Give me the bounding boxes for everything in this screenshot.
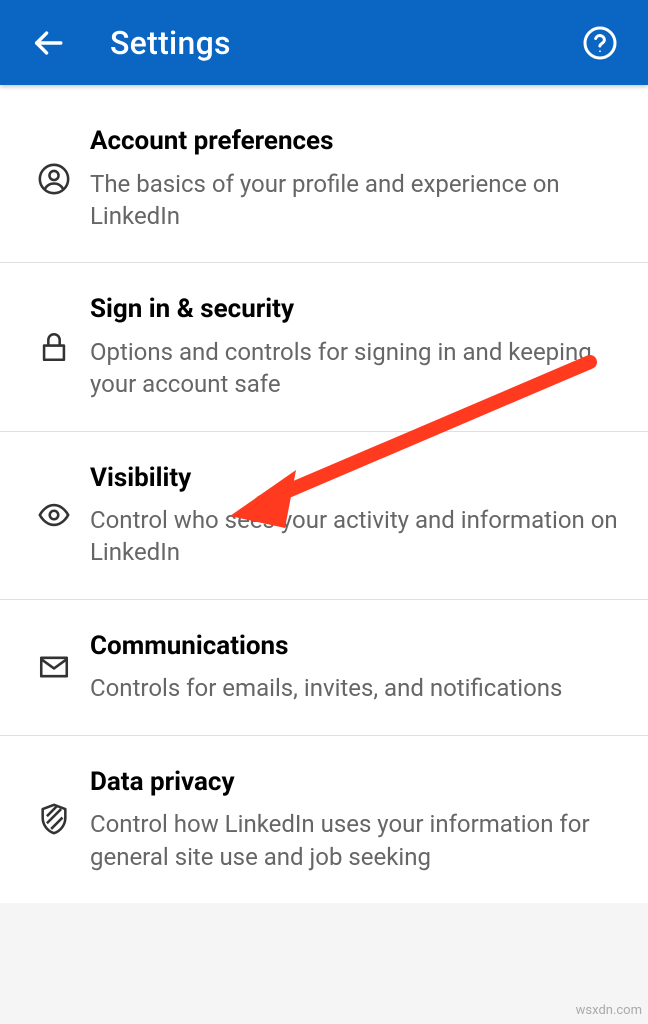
row-icon-slot (18, 766, 90, 873)
help-icon (582, 25, 618, 61)
page-title: Settings (110, 24, 231, 62)
person-circle-icon (37, 162, 71, 196)
row-icon-slot (18, 462, 90, 569)
settings-row-visibility[interactable]: Visibility Control who sees your activit… (0, 432, 648, 600)
row-title: Sign in & security (90, 293, 618, 326)
settings-row-data-privacy[interactable]: Data privacy Control how LinkedIn uses y… (0, 736, 648, 903)
settings-row-sign-in-security[interactable]: Sign in & security Options and controls … (0, 263, 648, 431)
back-button[interactable] (24, 19, 72, 67)
settings-row-communications[interactable]: Communications Controls for emails, invi… (0, 600, 648, 736)
row-text: Communications Controls for emails, invi… (90, 630, 628, 705)
eye-icon (37, 498, 71, 532)
row-desc: Control who sees your activity and infor… (90, 504, 618, 569)
settings-row-account-preferences[interactable]: Account preferences The basics of your p… (0, 85, 648, 263)
settings-list: Account preferences The basics of your p… (0, 85, 648, 903)
row-title: Account preferences (90, 125, 618, 158)
row-text: Visibility Control who sees your activit… (90, 462, 628, 569)
row-text: Data privacy Control how LinkedIn uses y… (90, 766, 628, 873)
row-desc: The basics of your profile and experienc… (90, 168, 618, 233)
row-icon-slot (18, 125, 90, 232)
watermark: wsxdn.com (576, 1003, 642, 1018)
row-icon-slot (18, 630, 90, 705)
row-desc: Control how LinkedIn uses your informati… (90, 808, 618, 873)
row-title: Data privacy (90, 766, 618, 799)
shield-icon (37, 802, 71, 836)
mail-icon (37, 650, 71, 684)
row-title: Communications (90, 630, 618, 663)
row-desc: Controls for emails, invites, and notifi… (90, 672, 618, 704)
arrow-left-icon (31, 26, 65, 60)
lock-icon (37, 330, 71, 364)
row-title: Visibility (90, 462, 618, 495)
row-icon-slot (18, 293, 90, 400)
row-text: Account preferences The basics of your p… (90, 125, 628, 232)
row-desc: Options and controls for signing in and … (90, 336, 618, 401)
app-header: Settings (0, 0, 648, 85)
row-text: Sign in & security Options and controls … (90, 293, 628, 400)
help-button[interactable] (576, 19, 624, 67)
